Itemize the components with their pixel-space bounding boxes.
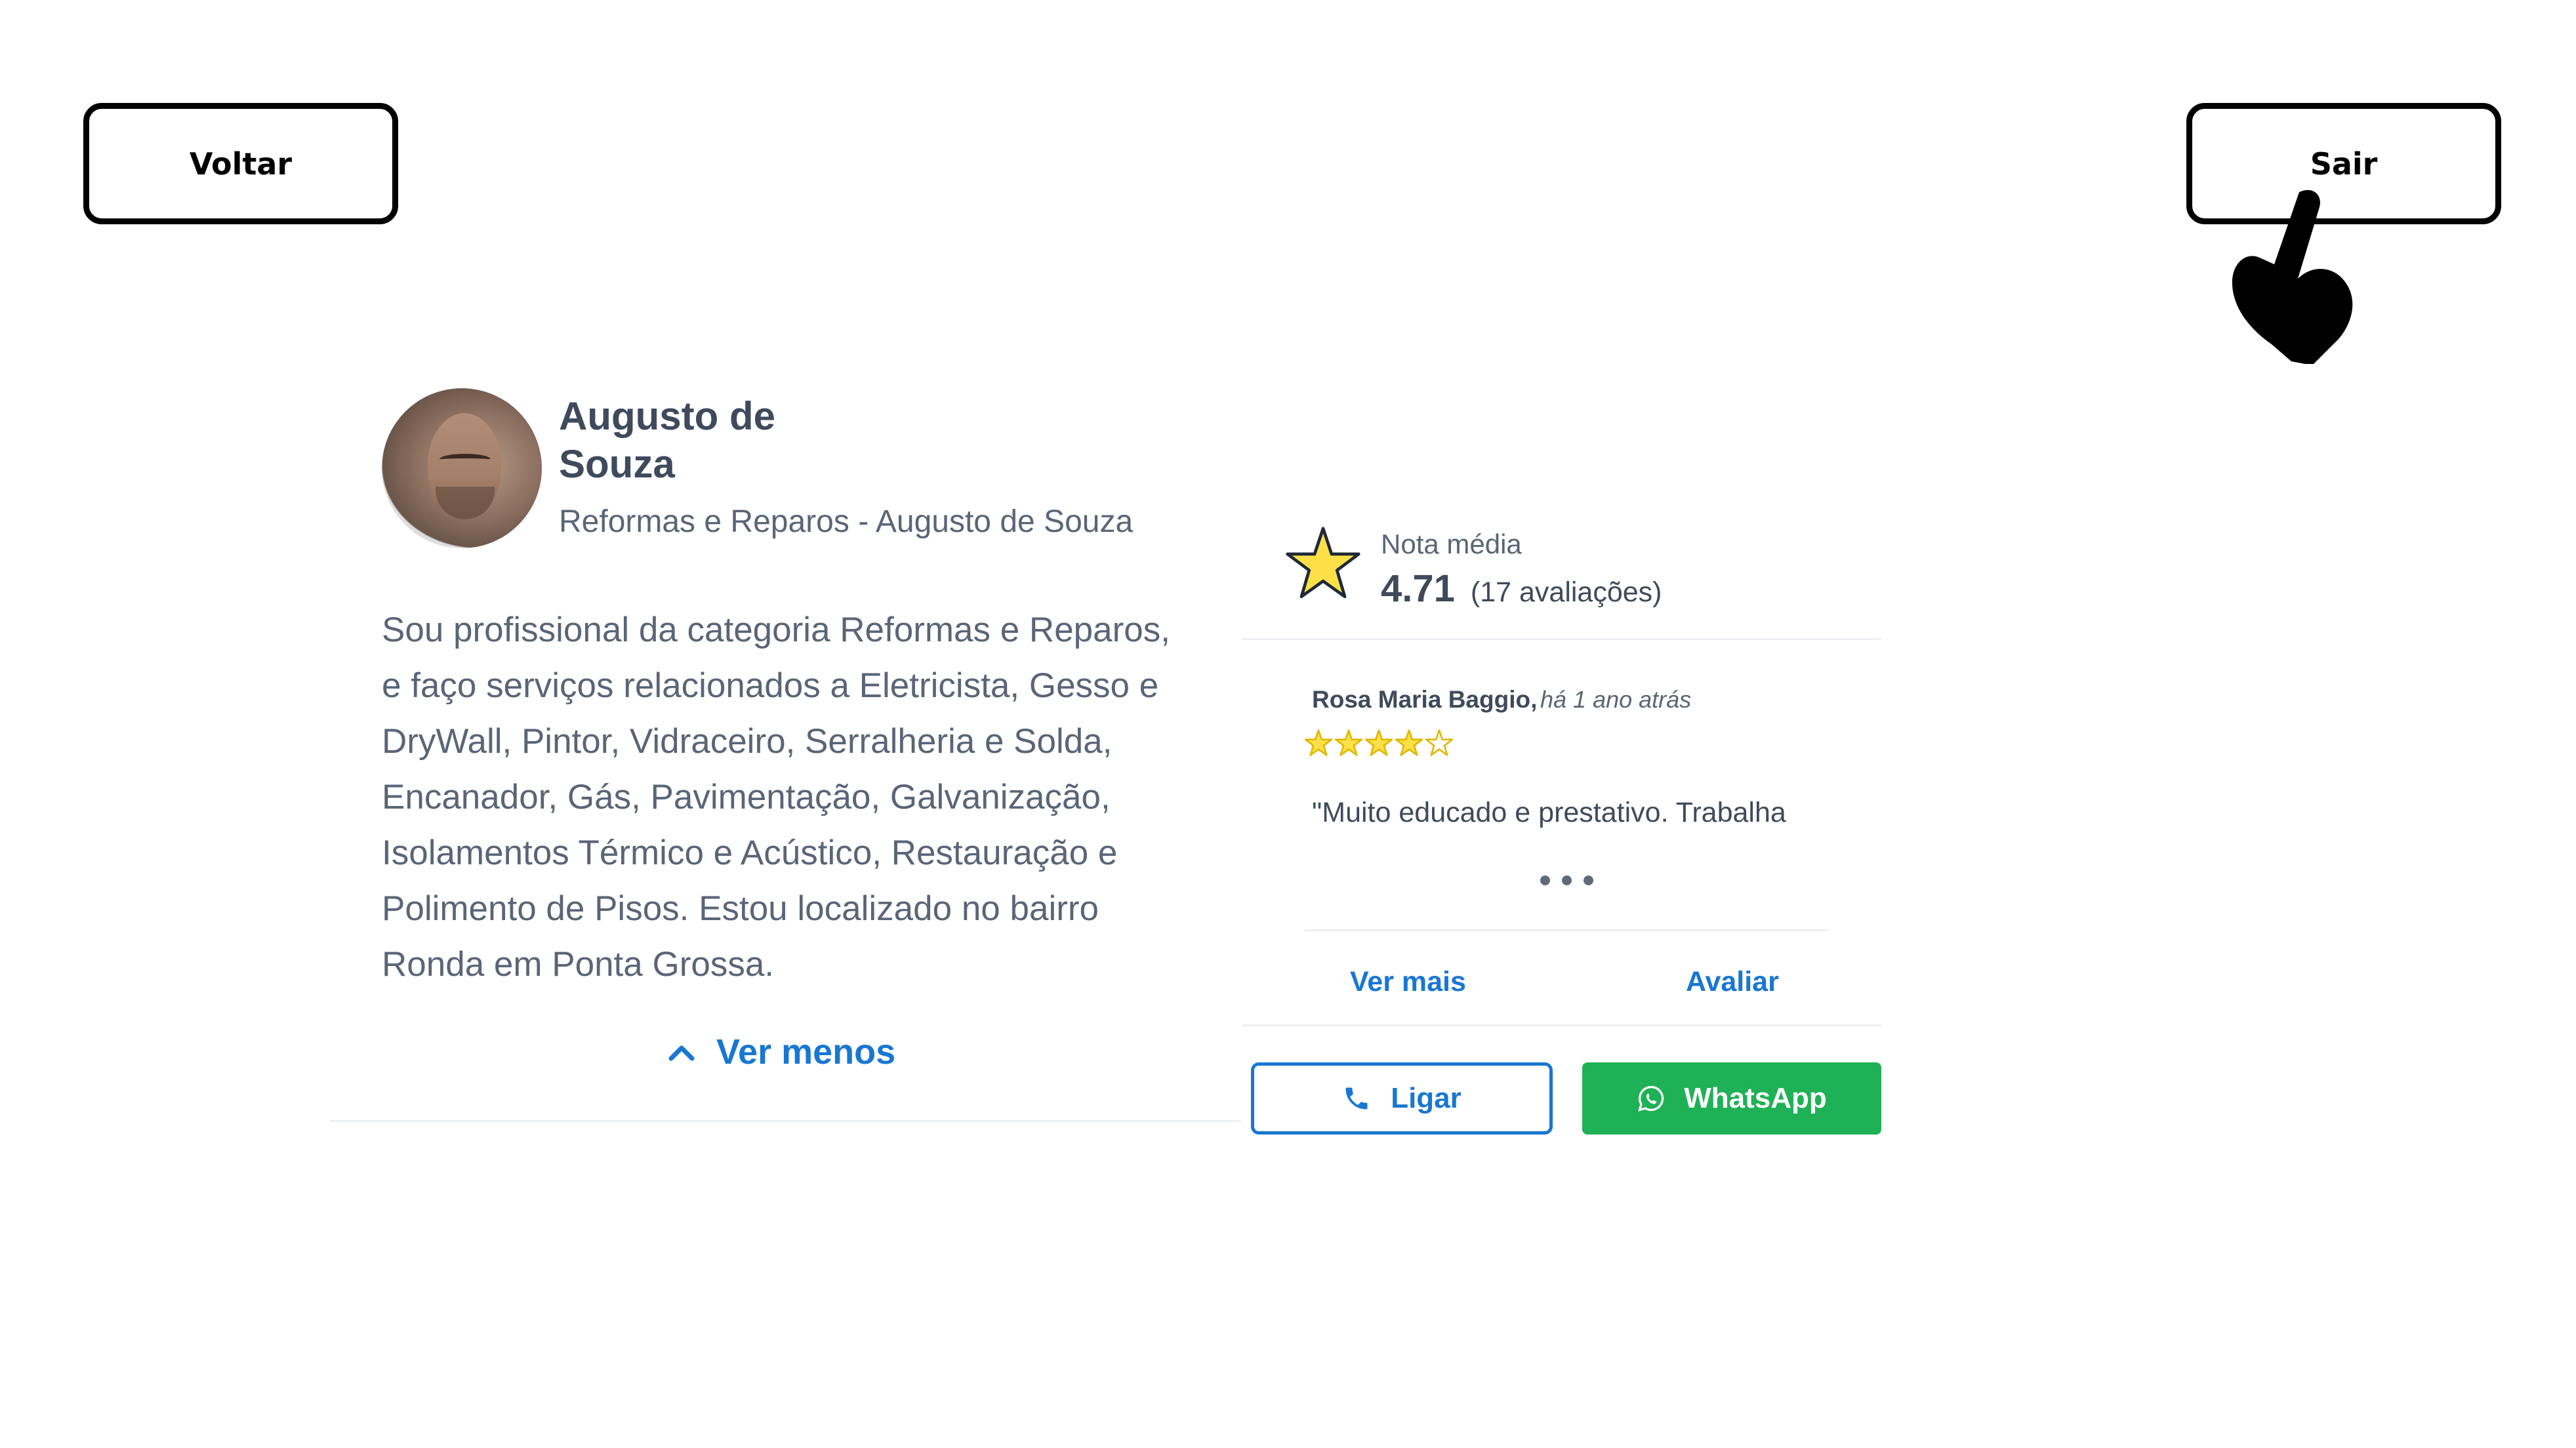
review-time: há 1 ano atrás — [1540, 686, 1692, 713]
divider — [1242, 638, 1881, 640]
more-options-icon[interactable] — [1540, 875, 1593, 885]
exit-button-label: Sair — [2310, 146, 2378, 182]
show-less-label: Ver menos — [716, 1032, 896, 1072]
rate-button[interactable]: Avaliar — [1686, 966, 1779, 998]
review-author: Rosa Maria Baggio, — [1312, 686, 1538, 713]
chevron-up-icon — [668, 1045, 695, 1061]
review-stars — [1304, 729, 1454, 757]
profile-subtitle: Reformas e Reparos - Augusto de Souza — [559, 504, 1134, 539]
profile-bio: Sou profissional da categoria Reformas e… — [382, 611, 1170, 984]
star-icon — [1286, 527, 1360, 599]
whatsapp-button[interactable]: WhatsApp — [1582, 1062, 1881, 1135]
average-rating-value: 4.71 — [1381, 567, 1455, 610]
review-text: "Muito educado e prestativo. Trabalha — [1312, 797, 1786, 828]
rating-count: (17 avaliações) — [1470, 576, 1662, 608]
call-button-label: Ligar — [1391, 1082, 1462, 1114]
average-rating-label: Nota média — [1381, 529, 1522, 559]
avatar — [382, 388, 542, 548]
divider — [1242, 1024, 1881, 1026]
phone-icon — [1345, 1087, 1368, 1110]
profile-name: Augusto de Souza — [559, 394, 775, 486]
see-more-reviews-button[interactable]: Ver mais — [1350, 966, 1466, 998]
back-button[interactable]: Voltar — [83, 103, 398, 224]
call-button[interactable]: Ligar — [1251, 1062, 1553, 1135]
star-filled-icon — [1395, 729, 1423, 756]
divider — [1304, 929, 1829, 931]
star-filled-icon — [1304, 729, 1333, 756]
star-filled-icon — [1364, 729, 1393, 756]
pointing-hand-icon — [2232, 190, 2353, 364]
whatsapp-button-label: WhatsApp — [1684, 1082, 1827, 1114]
whatsapp-icon — [1638, 1085, 1664, 1112]
average-rating-row: 4.71 (17 avaliações) — [1381, 567, 1662, 611]
show-less-button[interactable]: Ver menos — [668, 1032, 895, 1072]
divider — [329, 1120, 1241, 1122]
star-filled-icon — [1334, 729, 1363, 756]
back-button-label: Voltar — [189, 146, 293, 182]
star-empty-icon — [1425, 729, 1454, 756]
